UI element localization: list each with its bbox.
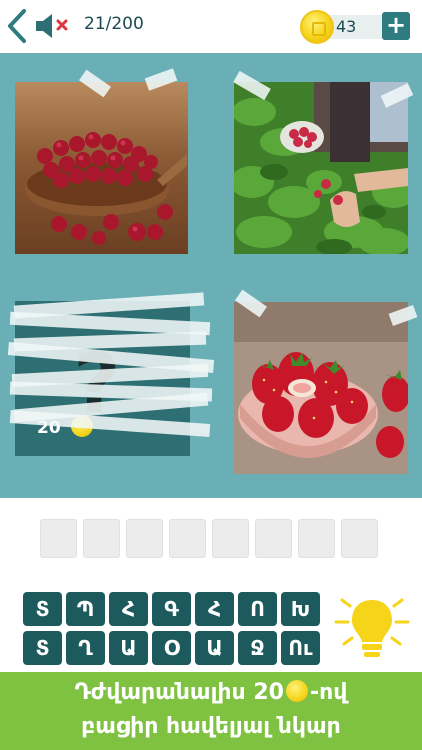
answer-slots (40, 519, 380, 559)
banner-text-after: -ով (309, 680, 348, 705)
back-arrow-icon[interactable] (4, 8, 30, 44)
letter-key[interactable]: Օ (152, 631, 191, 665)
picture-board: ? 20 (0, 53, 422, 498)
answer-slot[interactable] (341, 519, 378, 558)
letter-key[interactable]: Ջ (238, 631, 277, 665)
hint-lightbulb-icon[interactable] (330, 592, 414, 670)
banner-line-1: Դժվարանալիս 20 -ով (0, 680, 422, 705)
letter-key[interactable]: Հ (109, 592, 148, 626)
letter-key[interactable]: Պ (66, 592, 105, 626)
letter-key[interactable]: Գ (152, 592, 191, 626)
level-progress: 21/200 (84, 14, 144, 34)
sound-muted-icon[interactable] (34, 12, 74, 40)
letter-key[interactable]: Ա (109, 631, 148, 665)
coin-icon (300, 10, 334, 44)
letter-key[interactable]: Ու (281, 631, 320, 665)
letter-key[interactable]: Խ (281, 592, 320, 626)
answer-slot[interactable] (298, 519, 335, 558)
answer-slot[interactable] (83, 519, 120, 558)
answer-slot[interactable] (255, 519, 292, 558)
banner-text-before: Դժվարանալիս 20 (74, 680, 284, 705)
answer-slot[interactable] (40, 519, 77, 558)
top-bar: 21/200 43 + (0, 0, 422, 52)
picture-raspberry-picking[interactable] (234, 82, 408, 254)
letter-key[interactable]: Ա (195, 631, 234, 665)
picture-cranberries[interactable] (15, 82, 188, 254)
letter-key[interactable]: Տ (23, 592, 62, 626)
answer-slot[interactable] (212, 519, 249, 558)
coin-balance: 43 + (300, 10, 410, 44)
letter-key[interactable]: Տ (23, 631, 62, 665)
banner-line-2: բացիր հավելյալ նկար (81, 714, 341, 739)
letter-key[interactable]: Հ (195, 592, 234, 626)
coin-icon (285, 680, 308, 702)
answer-slot[interactable] (169, 519, 206, 558)
letter-key[interactable]: Ո (238, 592, 277, 626)
coin-count: 43 (336, 17, 357, 36)
letter-key[interactable]: Ղ (66, 631, 105, 665)
promo-banner: Դժվարանալիս 20 -ով բացիր հավելյալ նկար (0, 672, 422, 750)
answer-slot[interactable] (126, 519, 163, 558)
picture-strawberries[interactable] (234, 302, 408, 474)
buy-coins-button[interactable]: + (382, 12, 410, 40)
